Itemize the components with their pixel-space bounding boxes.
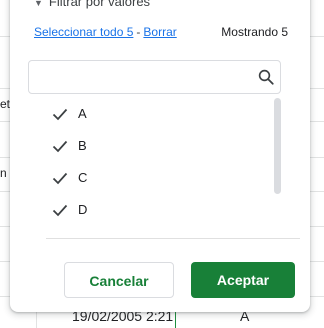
filter-by-values-title: Filtrar por valores bbox=[48, 0, 151, 9]
search-icon[interactable] bbox=[257, 68, 275, 86]
check-icon bbox=[52, 140, 68, 153]
search-box[interactable] bbox=[28, 60, 281, 94]
value-label: A bbox=[78, 106, 87, 121]
value-item[interactable]: D bbox=[28, 194, 258, 222]
showing-count: Mostrando 5 bbox=[221, 25, 288, 39]
cell-fragment: et bbox=[0, 97, 11, 111]
clear-link[interactable]: Borrar bbox=[143, 25, 176, 39]
cancel-button[interactable]: Cancelar bbox=[64, 262, 174, 298]
cell-fragment: n bbox=[0, 166, 7, 180]
filter-by-values-header[interactable]: ▼ Filtrar por valores bbox=[34, 0, 150, 9]
accept-button[interactable]: Aceptar bbox=[191, 262, 295, 298]
search-input[interactable] bbox=[37, 65, 251, 91]
value-item[interactable]: A bbox=[28, 98, 258, 130]
check-icon bbox=[52, 172, 68, 185]
check-icon bbox=[52, 108, 68, 121]
value-item[interactable]: B bbox=[28, 130, 258, 162]
filter-popup: ▼ Filtrar por valores Seleccionar todo 5-… bbox=[10, 0, 310, 312]
value-item[interactable]: C bbox=[28, 162, 258, 194]
value-label: B bbox=[78, 138, 87, 153]
check-icon bbox=[52, 204, 68, 217]
select-all-link[interactable]: Seleccionar todo 5 bbox=[34, 25, 133, 39]
caret-down-icon: ▼ bbox=[34, 0, 43, 8]
link-separator: - bbox=[136, 25, 141, 39]
value-label: C bbox=[78, 170, 88, 185]
select-actions: Seleccionar todo 5- Borrar bbox=[34, 25, 177, 39]
values-scrollbar[interactable] bbox=[274, 98, 281, 194]
value-label: D bbox=[78, 202, 88, 217]
values-list: A B C D bbox=[28, 98, 284, 222]
divider bbox=[46, 238, 300, 239]
